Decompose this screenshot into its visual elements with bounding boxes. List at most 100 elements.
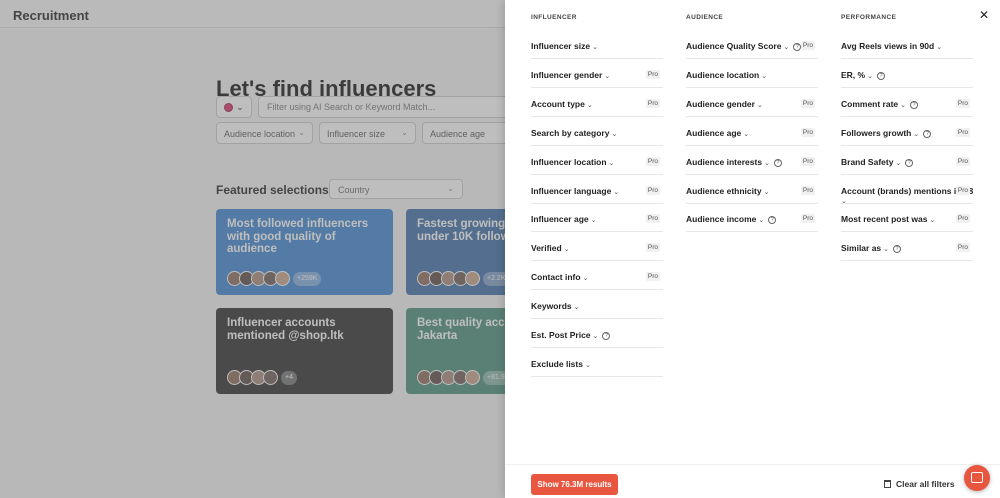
chevron-down-icon: ⌄: [895, 159, 902, 167]
filter-label: Audience gender ⌄: [686, 99, 763, 109]
chevron-down-icon: ⌄: [936, 44, 943, 51]
filter-label: Followers growth ⌄?: [841, 127, 932, 138]
filter-item[interactable]: Audience age ⌄ Pro: [686, 117, 818, 146]
filter-item[interactable]: Audience ethnicity ⌄ Pro: [686, 175, 818, 204]
filter-item[interactable]: Influencer size ⌄: [531, 30, 663, 59]
filters-panel: ✕ INFLUENCER Influencer size ⌄ Influencer g…: [505, 0, 1000, 498]
pro-badge: Pro: [645, 156, 660, 166]
filter-label-text: Followers growth: [841, 127, 912, 138]
chevron-down-icon: ⌄: [764, 159, 770, 167]
filter-label-text: Audience age: [686, 127, 742, 138]
chevron-down-icon: ⌄: [913, 130, 920, 138]
filter-label-text: Audience interests: [686, 156, 763, 167]
chevron-down-icon: ⌄: [929, 217, 936, 225]
help-icon[interactable]: ?: [602, 332, 611, 340]
filter-label: Comment rate ⌄?: [841, 99, 919, 109]
filter-label-text: Influencer gender: [531, 69, 603, 80]
show-results-button[interactable]: Show 76.3M results: [531, 474, 618, 495]
filter-item[interactable]: Audience location ⌄: [686, 59, 818, 88]
filter-label-text: Est. Post Price: [531, 330, 591, 340]
filter-item[interactable]: Influencer gender ⌄ Pro: [531, 59, 663, 88]
filter-item[interactable]: Keywords ⌄: [531, 290, 663, 320]
filter-label-text: Most recent post was: [841, 214, 928, 225]
chevron-down-icon: ⌄: [563, 246, 570, 254]
chevron-down-icon: ⌄: [783, 44, 790, 51]
pro-badge: Pro: [645, 69, 660, 79]
filter-label-text: Verified: [531, 243, 562, 254]
pro-badge: Pro: [955, 214, 970, 224]
chat-button[interactable]: [964, 465, 990, 491]
filter-item[interactable]: Similar as ⌄? Pro: [841, 232, 973, 262]
filter-item[interactable]: Audience interests ⌄? Pro: [686, 146, 818, 175]
filter-label-text: Avg Reels views in 90d: [841, 41, 935, 51]
filter-label-text: Account type: [531, 98, 585, 109]
filter-item[interactable]: Exclude lists ⌄: [531, 348, 663, 377]
filter-item[interactable]: Audience Quality Score ⌄? Pro: [686, 30, 818, 59]
close-icon[interactable]: ✕: [979, 8, 989, 22]
pro-badge: Pro: [955, 98, 970, 108]
filter-label: Audience ethnicity ⌄: [686, 186, 769, 196]
column-heading: INFLUENCER: [531, 14, 577, 21]
help-icon[interactable]: ?: [773, 158, 782, 167]
filter-item[interactable]: Verified ⌄ Pro: [531, 232, 663, 262]
pro-badge: Pro: [800, 41, 815, 50]
help-icon[interactable]: ?: [876, 71, 885, 80]
filter-item[interactable]: Audience income ⌄? Pro: [686, 203, 818, 233]
filter-label: Avg Reels views in 90d ⌄: [841, 41, 942, 51]
filter-label: Audience interests ⌄?: [686, 157, 782, 167]
chevron-down-icon: ⌄: [743, 130, 750, 138]
help-icon[interactable]: ?: [905, 158, 914, 167]
pro-badge: Pro: [955, 156, 970, 166]
filter-label: Influencer age ⌄: [531, 214, 597, 224]
pro-badge: Pro: [645, 185, 660, 195]
filter-label-text: Exclude lists: [531, 358, 583, 369]
chevron-down-icon: ⌄: [611, 130, 618, 138]
filter-item[interactable]: Influencer age ⌄ Pro: [531, 203, 663, 233]
filter-label: Keywords ⌄: [531, 301, 580, 311]
filter-item[interactable]: Contact info ⌄ Pro: [531, 261, 663, 291]
pro-badge: Pro: [645, 243, 660, 253]
filter-item[interactable]: Account type ⌄ Pro: [531, 88, 663, 117]
filter-label-text: Influencer location: [531, 156, 607, 167]
filter-label: Search by category ⌄: [531, 128, 617, 138]
help-icon[interactable]: ?: [923, 129, 932, 138]
pro-badge: Pro: [645, 272, 660, 282]
pro-badge: Pro: [800, 185, 815, 195]
filter-label-text: Audience Quality Score: [686, 41, 782, 51]
filter-item[interactable]: Brand Safety ⌄? Pro: [841, 146, 973, 175]
filter-label: Account type ⌄: [531, 99, 593, 109]
filter-label-text: Keywords: [531, 301, 572, 312]
filter-label: Influencer language ⌄: [531, 186, 619, 196]
pro-badge: Pro: [800, 127, 815, 137]
help-icon[interactable]: ?: [893, 245, 902, 254]
clear-filters-button[interactable]: Clear all filters: [884, 479, 955, 489]
filter-item[interactable]: Est. Post Price ⌄?: [531, 319, 663, 348]
filter-item[interactable]: Search by category ⌄: [531, 117, 663, 146]
pro-badge: Pro: [955, 185, 970, 195]
filter-item[interactable]: Audience gender ⌄ Pro: [686, 88, 818, 117]
filter-item[interactable]: Avg Reels views in 90d ⌄: [841, 30, 973, 59]
filter-item[interactable]: ER, % ⌄?: [841, 59, 973, 88]
filter-label: Audience Quality Score ⌄?: [686, 41, 802, 51]
help-icon[interactable]: ?: [910, 100, 919, 109]
filter-item[interactable]: Most recent post was ⌄ Pro: [841, 203, 973, 233]
filter-item[interactable]: Influencer location ⌄ Pro: [531, 146, 663, 175]
chevron-down-icon: ⌄: [592, 333, 599, 340]
filter-item[interactable]: Account (brands) mentions in 18 ⌄ Pro: [841, 175, 973, 205]
filter-label-text: ER, %: [841, 69, 866, 80]
chevron-down-icon: ⌄: [763, 188, 770, 196]
help-icon[interactable]: ?: [768, 216, 777, 225]
filter-label-text: Brand Safety: [841, 156, 894, 167]
filter-item[interactable]: Influencer language ⌄ Pro: [531, 175, 663, 204]
chevron-down-icon: ⌄: [582, 275, 589, 283]
filter-item[interactable]: Comment rate ⌄? Pro: [841, 88, 973, 117]
chevron-down-icon: ⌄: [573, 304, 580, 312]
chevron-down-icon: ⌄: [604, 72, 611, 80]
clear-filters-label: Clear all filters: [896, 479, 955, 489]
pro-badge: Pro: [955, 127, 970, 137]
chevron-down-icon: ⌄: [883, 246, 890, 254]
chevron-down-icon: ⌄: [608, 159, 615, 167]
filter-item[interactable]: Followers growth ⌄? Pro: [841, 117, 973, 146]
filter-label: Most recent post was ⌄: [841, 214, 935, 224]
filter-label: Influencer gender ⌄: [531, 70, 610, 80]
